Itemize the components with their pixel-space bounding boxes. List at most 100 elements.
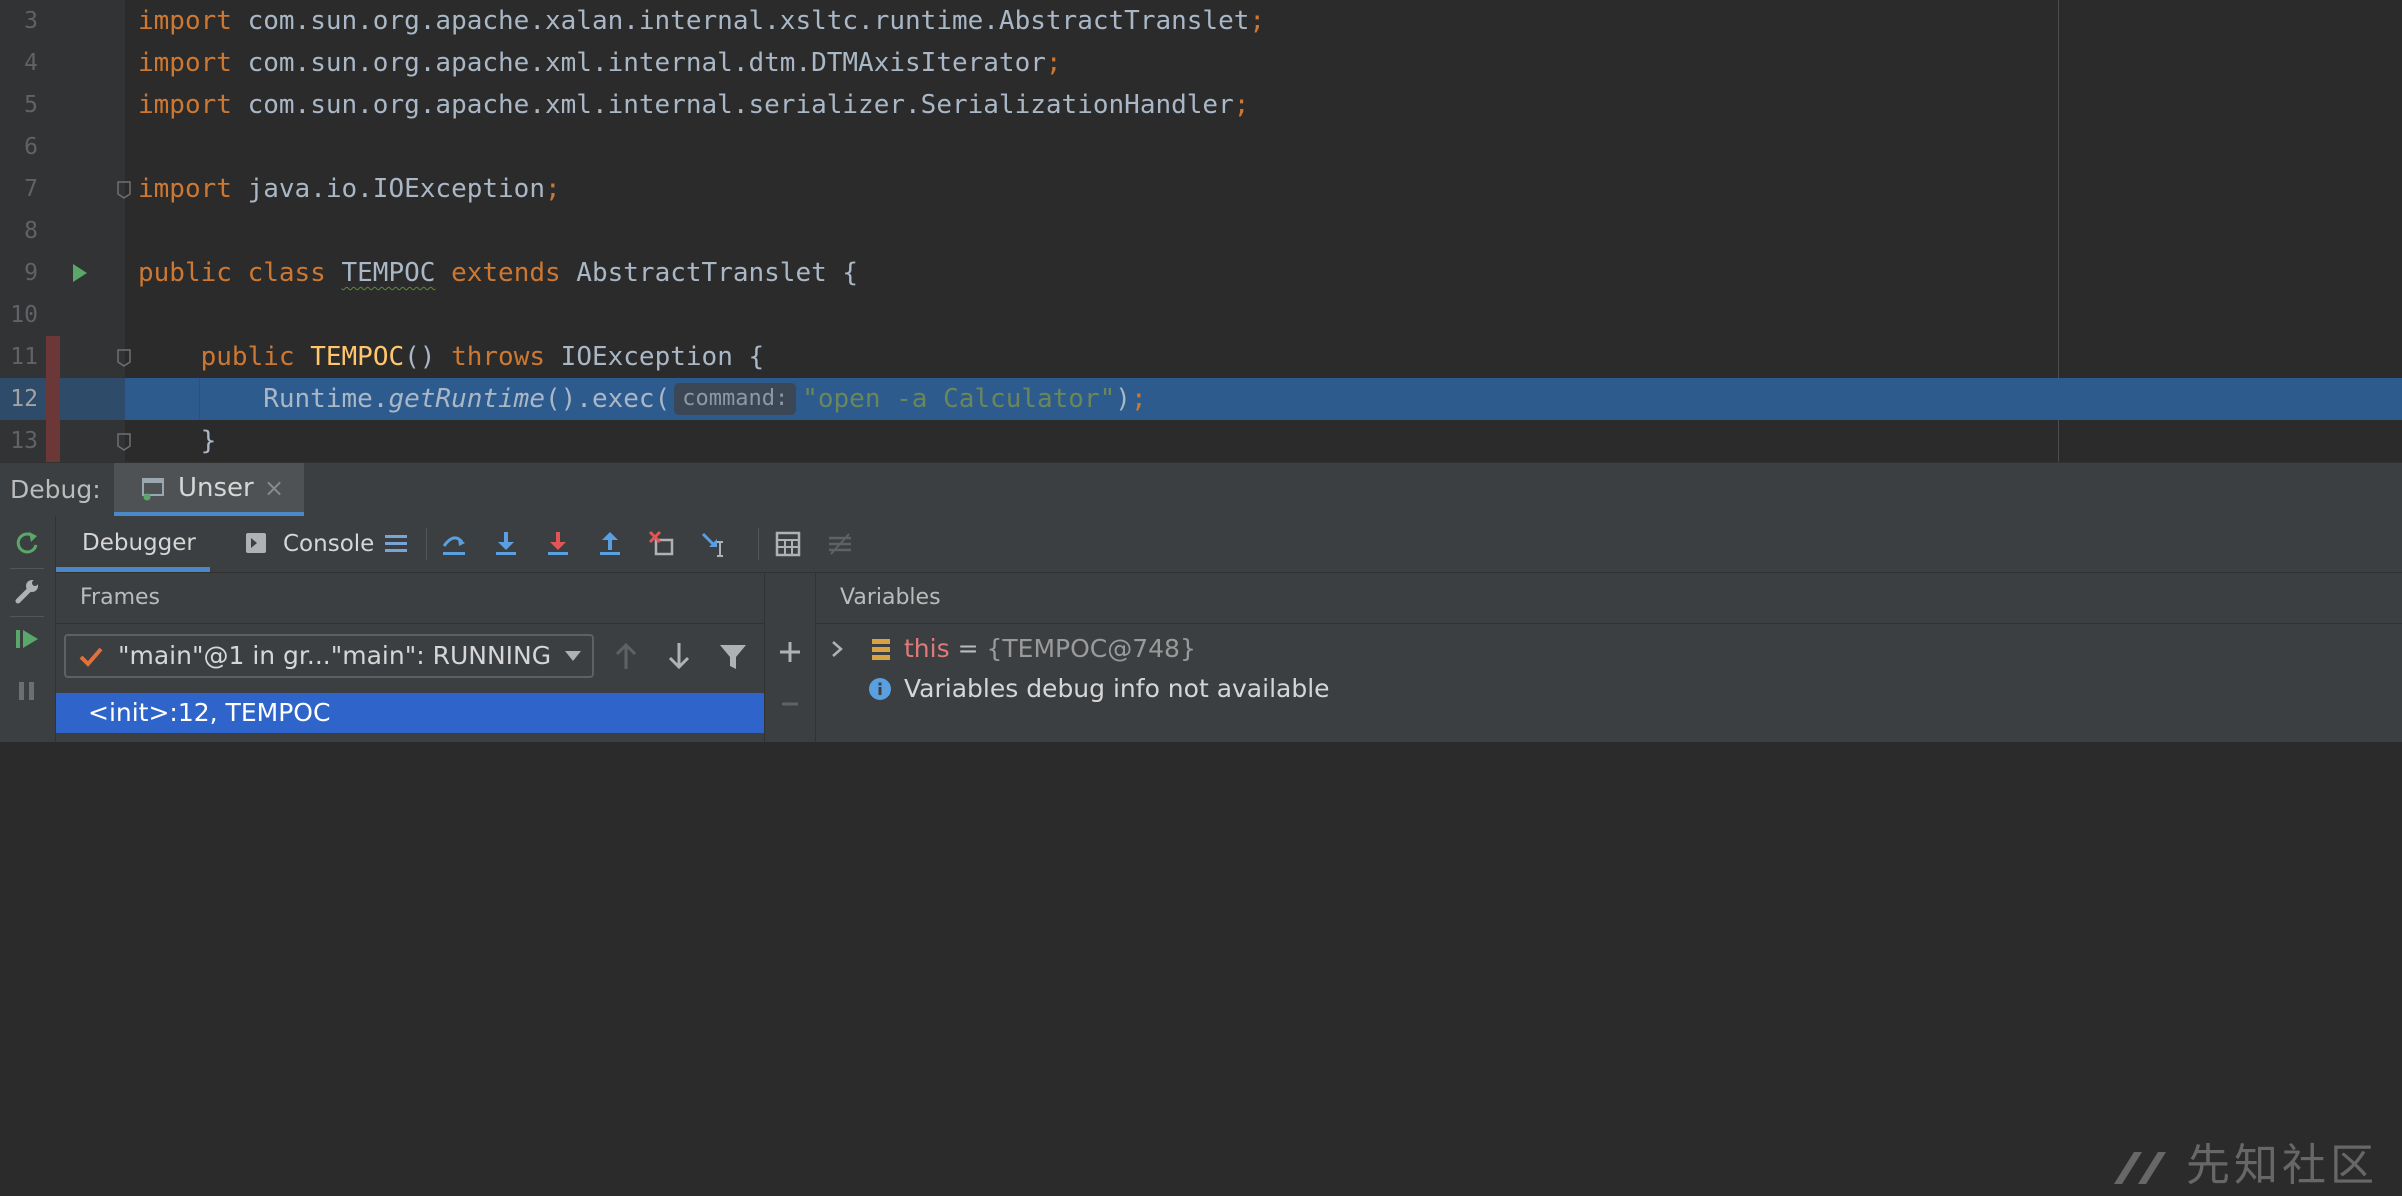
variable-this: this = {TEMPOC@748}: [904, 629, 1196, 669]
restore-layout-icon[interactable]: [382, 530, 410, 558]
code-line[interactable]: 13 }: [0, 420, 2402, 462]
code-token: (): [404, 342, 452, 372]
code-token: com.sun.org.apache.xml.internal.serializ…: [231, 90, 1234, 120]
gutter[interactable]: 7: [0, 168, 131, 210]
code-token: ;: [1249, 6, 1266, 36]
gutter[interactable]: 6: [0, 126, 125, 168]
code-line[interactable]: 8: [0, 210, 2402, 252]
gutter[interactable]: 13: [0, 420, 131, 462]
wrench-icon[interactable]: [12, 576, 42, 606]
line-number: 10: [10, 302, 38, 328]
line-number: 13: [10, 428, 38, 454]
code-line[interactable]: 5 import com.sun.org.apache.xml.internal.…: [0, 84, 2402, 126]
fold-icon[interactable]: [116, 348, 132, 368]
close-icon[interactable]: ×: [264, 463, 284, 513]
code-line[interactable]: 3 import com.sun.org.apache.xalan.interna…: [0, 0, 2402, 42]
code-text: import com.sun.org.apache.xalan.internal…: [138, 0, 1265, 42]
breakpoint-marker[interactable]: [46, 378, 60, 420]
checkmark-icon: [79, 647, 103, 667]
code-text: }: [138, 420, 217, 462]
code-token: import: [138, 6, 232, 36]
code-editor[interactable]: 3 import com.sun.org.apache.xalan.interna…: [0, 0, 2402, 462]
tab-debugger-label: Debugger: [82, 530, 196, 556]
watermark-text: 先知社区: [2186, 1140, 2378, 1191]
evaluate-expression-icon[interactable]: [774, 530, 802, 558]
gutter[interactable]: 10: [0, 294, 125, 336]
arrow-up-icon[interactable]: [611, 639, 641, 673]
code-token: getRuntime: [388, 384, 545, 414]
add-icon[interactable]: [777, 639, 803, 665]
gutter[interactable]: 12: [0, 378, 125, 420]
code-line[interactable]: 12 Runtime.getRuntime().exec(command: "op…: [0, 378, 2402, 420]
code-line[interactable]: 4 import com.sun.org.apache.xml.internal.…: [0, 42, 2402, 84]
step-over-icon[interactable]: [440, 530, 468, 558]
run-icon[interactable]: [71, 262, 89, 284]
tab-debugger[interactable]: Debugger: [56, 516, 210, 572]
watermark: 先知社区: [2112, 1136, 2392, 1196]
gutter[interactable]: 11: [0, 336, 131, 378]
code-token: AbstractTranslet {: [560, 258, 859, 288]
arrow-down-icon[interactable]: [664, 639, 694, 673]
code-line[interactable]: 7 import java.io.IOException;: [0, 168, 2402, 210]
variables-title: Variables: [840, 585, 941, 610]
resume-icon[interactable]: [12, 624, 42, 654]
code-token: "open -a Calculator": [802, 384, 1116, 414]
code-text: public class TEMPOC extends AbstractTran…: [138, 252, 858, 294]
breakpoint-marker[interactable]: [46, 420, 60, 462]
debug-title-bar: Debug: Unser ×: [0, 462, 2402, 517]
code-line[interactable]: 11 public TEMPOC() throws IOException {: [0, 336, 2402, 378]
line-number: 6: [24, 134, 38, 160]
code-token: IOException {: [545, 342, 765, 372]
session-tab-unser[interactable]: Unser ×: [114, 463, 304, 517]
console-icon: [246, 533, 266, 553]
tab-console-label: Console: [283, 531, 375, 557]
code-token: TEMPOC: [341, 258, 436, 288]
chevron-right-icon[interactable]: [830, 639, 844, 659]
frames-panel: Frames "main"@1 in gr..."main": RUNNING: [56, 573, 765, 742]
rerun-icon[interactable]: [12, 528, 42, 558]
code-text: public TEMPOC() throws IOException {: [138, 336, 765, 378]
frames-title: Frames: [80, 585, 161, 610]
fold-icon[interactable]: [116, 432, 132, 452]
run-to-cursor-icon[interactable]: [700, 530, 728, 558]
code-token: ;: [1130, 384, 1147, 414]
variable-row[interactable]: this = {TEMPOC@748}: [816, 629, 2402, 669]
toolbar-separator: [426, 528, 427, 560]
code-line[interactable]: 9 public class TEMPOC extends AbstractTra…: [0, 252, 2402, 294]
thread-selector[interactable]: "main"@1 in gr..."main": RUNNING: [64, 634, 594, 678]
gutter[interactable]: 4: [0, 42, 125, 84]
frame-list-item[interactable]: <init>:12, TEMPOC: [56, 693, 764, 733]
force-step-into-icon[interactable]: [544, 530, 572, 558]
field-icon: [872, 639, 890, 660]
info-icon: [869, 678, 891, 700]
line-number: 4: [24, 50, 38, 76]
gutter[interactable]: 9: [0, 252, 125, 294]
code-token: TEMPOC: [310, 342, 405, 372]
code-token: com.sun.org.apache.xalan.internal.xsltc.…: [231, 6, 1250, 36]
gutter[interactable]: 8: [0, 210, 125, 252]
breakpoint-marker[interactable]: [46, 336, 60, 378]
code-text: import java.io.IOException;: [138, 168, 561, 210]
code-line[interactable]: 6: [0, 126, 2402, 168]
trace-icon: [829, 533, 851, 555]
variables-info-text: Variables debug info not available: [904, 674, 1330, 703]
line-number: 8: [24, 218, 38, 244]
line-number: 9: [24, 260, 38, 286]
fold-icon[interactable]: [116, 180, 132, 200]
step-into-icon[interactable]: [492, 530, 520, 558]
code-token: ;: [1045, 48, 1062, 78]
line-number: 3: [24, 8, 38, 34]
step-out-icon[interactable]: [596, 530, 624, 558]
frames-header: Frames: [56, 573, 764, 624]
watermark-logo-icon: [2114, 1152, 2166, 1184]
filter-icon[interactable]: [718, 639, 748, 673]
drop-frame-icon[interactable]: [648, 530, 676, 558]
toolbar-separator: [758, 528, 759, 560]
code-line[interactable]: 10: [0, 294, 2402, 336]
chevron-down-icon: [565, 651, 581, 661]
line-number: 5: [24, 92, 38, 118]
gutter[interactable]: 3: [0, 0, 125, 42]
gutter[interactable]: 5: [0, 84, 125, 126]
pause-icon[interactable]: [12, 676, 42, 706]
